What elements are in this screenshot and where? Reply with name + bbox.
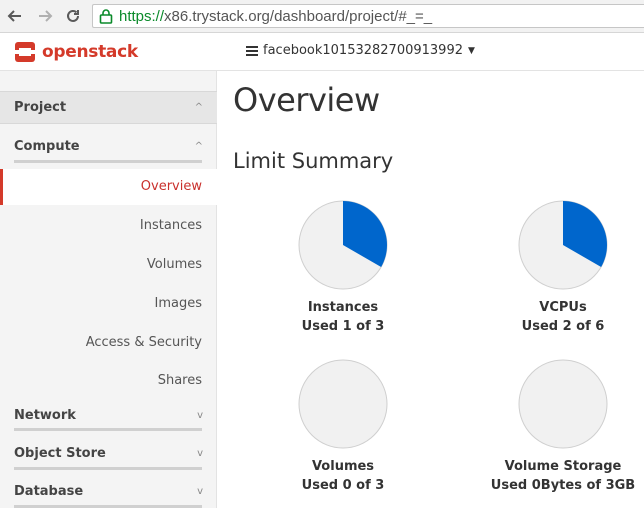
back-button[interactable]: [4, 5, 26, 27]
list-icon: [246, 45, 258, 56]
sidebar-section-label: Project: [14, 100, 67, 115]
sidebar-item-instances[interactable]: Instances: [0, 216, 217, 236]
pie-chart: [298, 359, 388, 449]
limit-pie-instances: Instances Used 1 of 3: [258, 199, 428, 334]
sidebar-section-label: Network: [14, 407, 76, 423]
sidebar-section-object-store[interactable]: Object Store v: [0, 442, 217, 466]
project-dropdown[interactable]: facebook10153282700913992 ▼: [246, 43, 475, 58]
sidebar-item-images[interactable]: Images: [0, 294, 217, 314]
pie-chart: [518, 200, 608, 290]
chevron-down-icon: v: [197, 485, 203, 497]
project-name: facebook10153282700913992: [263, 43, 463, 58]
pie-chart: [518, 359, 608, 449]
address-bar[interactable]: https://x86.trystack.org/dashboard/proje…: [92, 4, 644, 28]
brand-name: openstack: [42, 42, 138, 62]
section-divider: [14, 467, 202, 470]
reload-icon: [67, 9, 79, 22]
openstack-logo-icon: [15, 42, 35, 62]
section-divider: [14, 160, 202, 163]
chevron-up-icon: ^: [194, 102, 203, 113]
back-arrow-icon: [7, 10, 21, 22]
browser-toolbar: https://x86.trystack.org/dashboard/proje…: [0, 0, 644, 33]
sidebar-section-network[interactable]: Network v: [0, 404, 217, 428]
sidebar-item-access-security[interactable]: Access & Security: [0, 333, 217, 353]
pie-usage-label: Used 0 of 3: [301, 478, 385, 493]
url-text: https://x86.trystack.org/dashboard/proje…: [119, 8, 433, 25]
pie-title: Volumes: [311, 459, 375, 474]
section-title: Limit Summary: [233, 149, 394, 173]
pie-usage-label: Used 2 of 6: [521, 319, 605, 334]
pie-title: VCPUs: [539, 300, 587, 315]
sidebar-section-database[interactable]: Database v: [0, 480, 217, 504]
sidebar-item-shares[interactable]: Shares: [0, 371, 217, 391]
sidebar-item-overview[interactable]: Overview: [0, 169, 217, 205]
page-title: Overview: [233, 81, 380, 119]
section-divider: [14, 428, 202, 431]
chevron-down-icon: v: [197, 447, 203, 459]
sidebar-item-volumes[interactable]: Volumes: [0, 255, 217, 275]
pie-slice-free: [518, 359, 608, 449]
sidebar-section-label: Database: [14, 483, 84, 499]
sidebar-section-compute[interactable]: Compute ^: [0, 133, 217, 163]
limit-pie-volume-storage: Volume Storage Used 0Bytes of 3GB: [478, 358, 644, 493]
openstack-logo[interactable]: openstack: [14, 41, 138, 63]
caret-down-icon: ▼: [467, 45, 475, 56]
pie-chart: [298, 200, 388, 290]
sidebar-section-project[interactable]: Project ^: [0, 91, 217, 124]
chevron-up-icon: ^: [194, 140, 203, 152]
pie-slice-free: [298, 359, 388, 449]
lock-icon: [99, 9, 113, 24]
pie-title: Instances: [307, 300, 379, 315]
pie-usage-label: Used 0Bytes of 3GB: [490, 478, 636, 493]
limit-pie-volumes: Volumes Used 0 of 3: [258, 358, 428, 493]
sidebar-section-label: Object Store: [14, 445, 106, 461]
sidebar-section-label: Compute: [14, 138, 80, 154]
app-header: openstack facebook10153282700913992 ▼: [0, 33, 644, 71]
pie-usage-label: Used 1 of 3: [301, 319, 385, 334]
chevron-down-icon: v: [197, 409, 203, 421]
limit-pie-vcpus: VCPUs Used 2 of 6: [478, 199, 644, 334]
pie-title: Volume Storage: [504, 459, 622, 474]
sidebar: Project ^ Compute ^ Overview Instances V…: [0, 71, 217, 508]
reload-button[interactable]: [62, 5, 84, 27]
forward-arrow-icon: [39, 10, 53, 22]
main-content: Overview Limit Summary Instances Used 1 …: [217, 71, 644, 508]
forward-button[interactable]: [34, 5, 56, 27]
